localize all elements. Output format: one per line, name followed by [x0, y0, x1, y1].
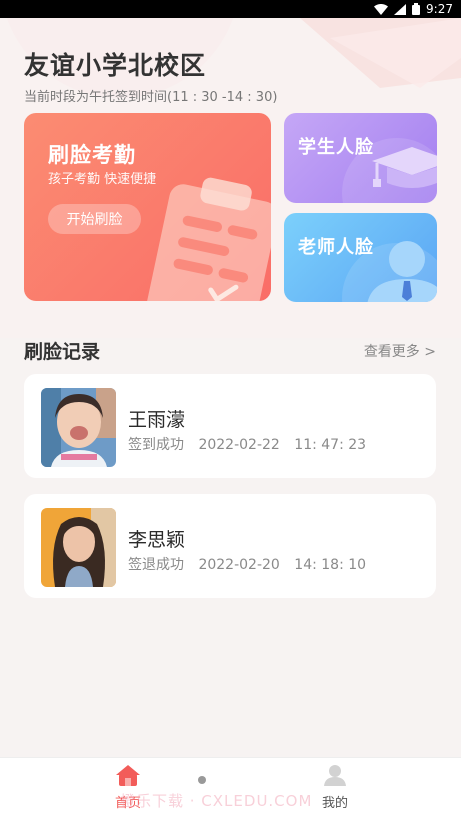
face-attendance-card[interactable]: 刷脸考勤 孩子考勤 快速便捷 开始刷脸 [24, 113, 271, 301]
status-time: 9:27 [426, 2, 453, 16]
view-more-link[interactable]: 查看更多 > [364, 341, 436, 361]
teacher-face-label: 老师人脸 [298, 237, 374, 258]
record-status: 签到成功 [128, 437, 184, 453]
home-icon [116, 765, 140, 786]
tab-mine[interactable]: 我的 [305, 764, 365, 816]
record-time: 11: 47: 23 [294, 437, 367, 453]
school-name: 友谊小学北校区 [24, 51, 207, 80]
record-card[interactable]: 王雨濛 签到成功 2022-02-22 11: 47: 23 [24, 374, 436, 478]
record-time: 14: 18: 10 [294, 557, 367, 573]
record-date: 2022-02-20 [198, 557, 280, 573]
record-info: 签到成功 2022-02-22 11: 47: 23 [128, 434, 376, 454]
watermark-text: 橙乐下载 · CXLEDU.COM [120, 792, 313, 810]
bottom-tab-bar: 首页 我的 [0, 757, 461, 821]
record-info: 签退成功 2022-02-20 14: 18: 10 [128, 554, 376, 574]
start-face-scan-button[interactable]: 开始刷脸 [48, 204, 141, 234]
status-bar: 9:27 [0, 0, 461, 18]
header: 友谊小学北校区 当前时段为午托签到时间(11 : 30 -14 : 30) [24, 46, 277, 105]
records-title: 刷脸记录 [24, 341, 101, 363]
person-icon [324, 765, 346, 786]
student-face-card[interactable]: 学生人脸 [284, 113, 437, 203]
battery-icon [412, 3, 421, 15]
student-face-label: 学生人脸 [298, 137, 374, 158]
face-attendance-title: 刷脸考勤 [48, 143, 136, 167]
signal-icon [394, 3, 407, 15]
tab-indicator-dot [198, 776, 206, 784]
record-card[interactable]: 李思颖 签退成功 2022-02-20 14: 18: 10 [24, 494, 436, 598]
teacher-face-card[interactable]: 老师人脸 [284, 213, 437, 302]
time-period-tip: 当前时段为午托签到时间(11 : 30 -14 : 30) [24, 90, 278, 105]
record-date: 2022-02-22 [198, 437, 280, 453]
face-attendance-subtitle: 孩子考勤 快速便捷 [48, 172, 157, 187]
record-name: 李思颖 [128, 529, 186, 551]
student-photo [41, 388, 116, 467]
wifi-icon [374, 3, 389, 15]
record-name: 王雨濛 [128, 409, 186, 431]
student-photo [41, 508, 116, 587]
record-status: 签退成功 [128, 557, 184, 573]
tab-mine-label: 我的 [321, 796, 348, 811]
